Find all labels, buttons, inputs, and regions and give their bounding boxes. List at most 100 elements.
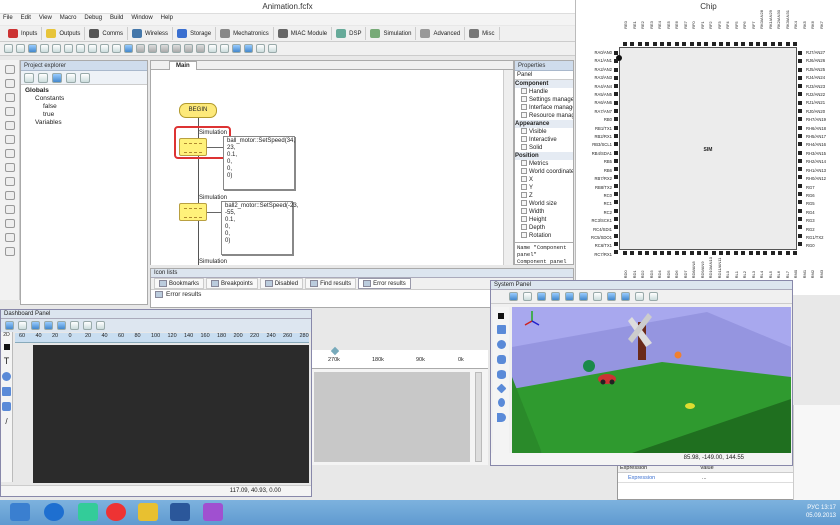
macros-icon[interactable] [52, 72, 62, 83]
chip-pin[interactable] [630, 251, 635, 255]
chip-pin[interactable] [798, 109, 802, 114]
rectangle-tool-icon[interactable] [2, 387, 11, 396]
app-taskbar-icon[interactable] [203, 503, 223, 521]
toolbar-advanced-button[interactable]: Advanced [416, 27, 466, 40]
move-icon[interactable] [5, 321, 14, 330]
stop-icon[interactable] [160, 44, 169, 53]
chip-pin[interactable] [778, 42, 783, 46]
color-swatch[interactable] [498, 313, 504, 319]
tab-bookmarks[interactable]: Bookmarks [154, 278, 205, 289]
property-row[interactable]: Solid [515, 144, 573, 152]
chip-pin[interactable] [798, 208, 802, 213]
chip-pin[interactable] [798, 225, 802, 230]
chip-pin[interactable] [614, 125, 618, 130]
chip-pin[interactable] [798, 125, 802, 130]
chip-pin[interactable] [756, 251, 761, 255]
property-row[interactable]: Width [515, 208, 573, 216]
chip-pin[interactable] [798, 158, 802, 163]
move-icon[interactable] [509, 292, 518, 301]
view-icon[interactable] [593, 292, 602, 301]
calculation-command-icon[interactable] [4, 177, 15, 186]
copy-icon[interactable] [64, 44, 73, 53]
chip-pin[interactable] [792, 251, 797, 255]
delay-command-icon[interactable] [4, 93, 15, 102]
dashboard-canvas[interactable] [33, 345, 309, 483]
switch-command-icon[interactable] [4, 121, 15, 130]
decision-command-icon[interactable] [4, 107, 15, 116]
chip-pin[interactable] [798, 59, 802, 64]
property-row[interactable]: Resource manager [515, 112, 573, 120]
chip-pin[interactable] [614, 84, 618, 89]
chip-pin[interactable] [798, 100, 802, 105]
paste-icon[interactable] [76, 44, 85, 53]
tab-find-results[interactable]: Find results [305, 278, 357, 289]
chip-pin[interactable] [792, 42, 797, 46]
chip-pin[interactable] [798, 92, 802, 97]
chip-pin[interactable] [704, 42, 709, 46]
rotate-icon[interactable] [551, 292, 560, 301]
chip-pin[interactable] [614, 241, 618, 246]
chip-pin[interactable] [785, 251, 790, 255]
chip-pin[interactable] [614, 75, 618, 80]
tab-disabled[interactable]: Disabled [259, 278, 304, 289]
tab-error-results[interactable]: Error results [358, 278, 411, 289]
chip-pin[interactable] [763, 42, 768, 46]
chip-pin[interactable] [798, 241, 802, 246]
toolbar-wireless-button[interactable]: Wireless [128, 27, 174, 40]
chip-pin[interactable] [798, 117, 802, 122]
chip-pin[interactable] [719, 251, 724, 255]
play-icon[interactable] [136, 44, 145, 53]
menu-window[interactable]: Window [128, 14, 155, 22]
chip-pin[interactable] [614, 250, 618, 255]
chip-pin[interactable] [798, 183, 802, 188]
chip-pin[interactable] [763, 251, 768, 255]
tree-globals[interactable]: Globals [25, 87, 143, 95]
redo-icon[interactable] [100, 44, 109, 53]
folder-taskbar-icon[interactable] [138, 503, 158, 521]
property-row[interactable]: World size [515, 200, 573, 208]
chip-pin[interactable] [614, 142, 618, 147]
output-command-icon[interactable] [4, 79, 15, 88]
chip-pin[interactable] [704, 251, 709, 255]
property-row[interactable]: Interface manager [515, 104, 573, 112]
chip-pin[interactable] [798, 216, 802, 221]
rounded-rect-tool-icon[interactable] [2, 402, 11, 411]
ruler-marker[interactable] [330, 346, 340, 356]
step-into-icon[interactable] [172, 44, 181, 53]
properties-selected-object[interactable]: Panel [515, 71, 573, 80]
toolbar-simulation-button[interactable]: Simulation [366, 27, 417, 40]
chip-pin[interactable] [798, 200, 802, 205]
camera-icon[interactable] [579, 292, 588, 301]
simulation-macro-2[interactable] [179, 203, 207, 221]
chip-pin[interactable] [614, 51, 618, 55]
explorer-taskbar-icon[interactable] [10, 503, 30, 521]
chip-pin[interactable] [652, 42, 657, 46]
chip-pin[interactable] [726, 251, 731, 255]
toolbar-dsp-button[interactable]: DSP [332, 27, 367, 40]
chip-pin[interactable] [696, 251, 701, 255]
toolbar-miac-button[interactable]: MIAC Module [274, 27, 333, 40]
undo-icon[interactable] [88, 44, 97, 53]
chip-pin[interactable] [798, 84, 802, 89]
component-macro-icon[interactable] [4, 163, 15, 172]
chip-pin[interactable] [674, 251, 679, 255]
chip-pin[interactable] [614, 67, 618, 72]
chip-pin[interactable] [689, 42, 694, 46]
loop-command-icon[interactable] [4, 135, 15, 144]
clock-date[interactable]: 05.09.2013 [806, 513, 836, 519]
property-row[interactable]: Visible [515, 128, 573, 136]
zoom-in-icon[interactable] [208, 44, 217, 53]
chip-pin[interactable] [652, 251, 657, 255]
chip-pin[interactable] [645, 251, 650, 255]
layout-icon[interactable] [268, 44, 277, 53]
chip-pin[interactable] [798, 150, 802, 155]
chip-pin[interactable] [623, 251, 627, 255]
settings-icon[interactable] [256, 44, 265, 53]
chip-pin[interactable] [748, 42, 753, 46]
chip-pin[interactable] [798, 167, 802, 172]
ie-taskbar-icon[interactable] [44, 503, 64, 521]
toolbar-comms-button[interactable]: Comms [85, 27, 129, 40]
globals-icon[interactable] [38, 72, 48, 83]
chip-pin[interactable] [689, 251, 694, 255]
property-row[interactable]: Metrics [515, 160, 573, 168]
